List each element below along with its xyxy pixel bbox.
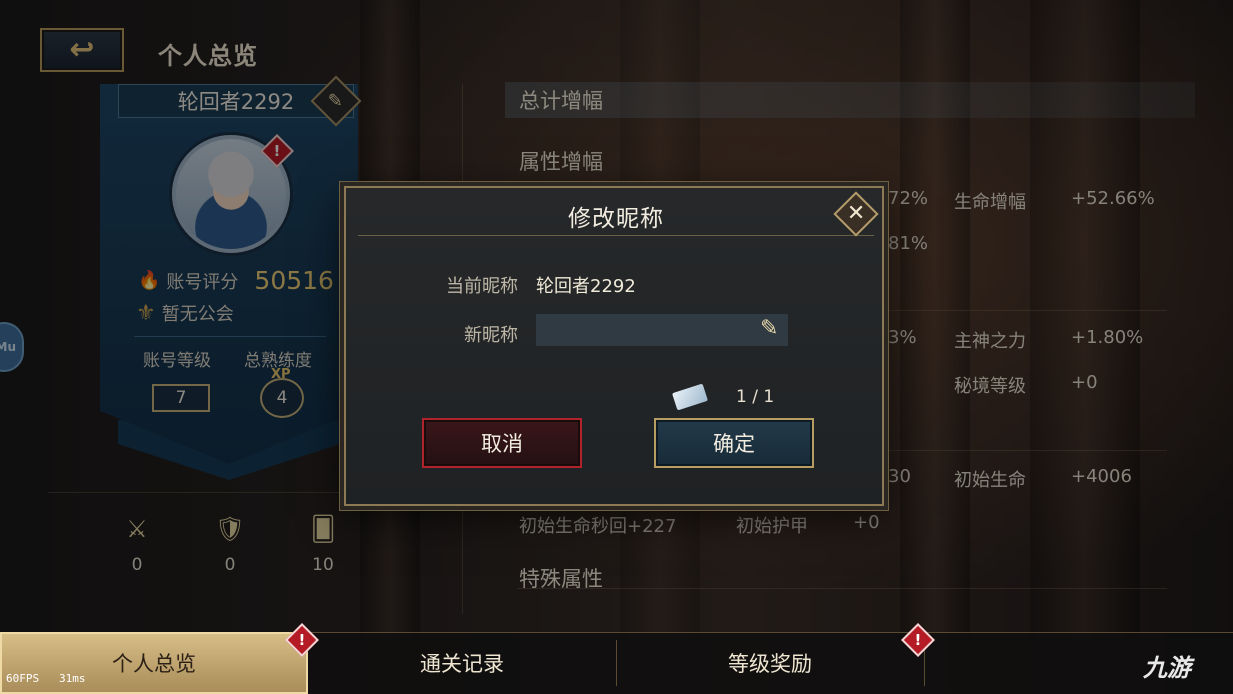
tab-clear-records[interactable]: 通关记录 — [308, 632, 616, 694]
rename-ticket-icon — [672, 383, 708, 411]
tab-level-rewards[interactable]: 等级奖励 — [616, 632, 924, 694]
ticket-count: 1 / 1 — [736, 387, 775, 407]
current-nickname-label: 当前昵称 — [446, 276, 518, 297]
new-nickname-label: 新昵称 — [464, 325, 518, 346]
watermark-logo: 九游 — [1143, 654, 1191, 682]
current-nickname-value: 轮回者2292 — [536, 276, 636, 297]
rename-dialog: 修改昵称 ✕ 当前昵称 轮回者2292 新昵称 ✎ 1 / 1 取消 确定 — [344, 186, 884, 506]
confirm-button[interactable]: 确定 — [654, 418, 814, 468]
dialog-title-bar: 修改昵称 — [358, 196, 874, 236]
fps-counter: 60FPS 31ms — [6, 672, 86, 685]
close-icon: ✕ — [846, 201, 866, 226]
new-nickname-input[interactable] — [536, 314, 788, 346]
dialog-title: 修改昵称 — [568, 205, 664, 232]
pencil-icon[interactable]: ✎ — [760, 316, 778, 341]
cancel-button[interactable]: 取消 — [422, 418, 582, 468]
